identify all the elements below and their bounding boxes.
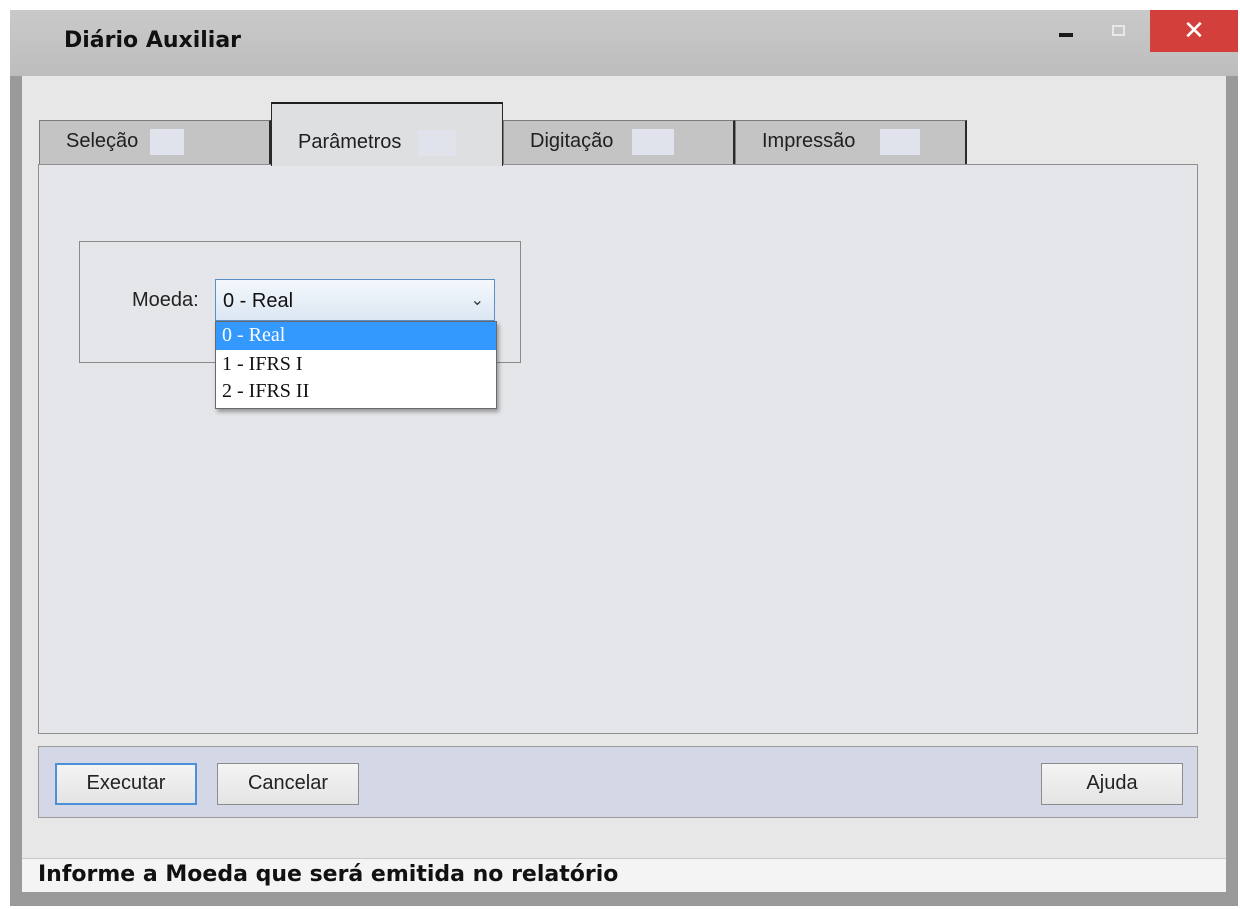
window-title: Diário Auxiliar bbox=[64, 28, 242, 53]
chevron-down-icon: ⌄ bbox=[470, 290, 484, 309]
minimize-icon bbox=[1059, 33, 1073, 37]
executar-button[interactable]: Executar bbox=[55, 763, 197, 805]
tab-digitacao[interactable]: Digitação bbox=[503, 120, 735, 164]
title-bar[interactable]: Diário Auxiliar ✕ bbox=[10, 10, 1238, 76]
parametros-panel: Moeda: 0 - Real ⌄ 0 - Real 1 - IFRS I 2 … bbox=[38, 164, 1198, 734]
tab-label: Seleção bbox=[66, 130, 139, 152]
status-message: Informe a Moeda que será emitida no rela… bbox=[38, 862, 619, 887]
dialog-window: Diário Auxiliar ✕ Seleção Parâmetros Dig… bbox=[10, 10, 1238, 906]
moeda-select[interactable]: 0 - Real ⌄ bbox=[215, 279, 495, 321]
tab-label: Digitação bbox=[530, 130, 614, 152]
moeda-label: Moeda: bbox=[132, 289, 199, 311]
moeda-option-real[interactable]: 0 - Real bbox=[216, 322, 496, 350]
moeda-selected-value: 0 - Real bbox=[223, 290, 294, 312]
status-bar: Informe a Moeda que será emitida no rela… bbox=[22, 858, 1226, 892]
cancelar-button[interactable]: Cancelar bbox=[217, 763, 359, 805]
maximize-button[interactable] bbox=[1098, 10, 1138, 50]
maximize-icon bbox=[1111, 24, 1125, 36]
moeda-option-ifrs-ii[interactable]: 2 - IFRS II bbox=[216, 378, 496, 406]
close-icon: ✕ bbox=[1183, 16, 1205, 46]
tab-impressao[interactable]: Impressão bbox=[735, 120, 967, 164]
tab-label: Parâmetros bbox=[298, 131, 402, 153]
close-button[interactable]: ✕ bbox=[1150, 10, 1238, 52]
moeda-option-ifrs-i[interactable]: 1 - IFRS I bbox=[216, 351, 496, 379]
ajuda-button[interactable]: Ajuda bbox=[1041, 763, 1183, 805]
tab-placeholder bbox=[418, 130, 456, 156]
tab-selecao[interactable]: Seleção bbox=[39, 120, 271, 164]
minimize-button[interactable] bbox=[1046, 10, 1086, 50]
tab-label: Impressão bbox=[762, 130, 856, 152]
moeda-dropdown-list: 0 - Real 1 - IFRS I 2 - IFRS II bbox=[215, 321, 497, 409]
dialog-client-area: Seleção Parâmetros Digitação Impressão M… bbox=[22, 76, 1226, 892]
tab-strip: Seleção Parâmetros Digitação Impressão bbox=[39, 102, 979, 166]
tab-placeholder bbox=[880, 129, 920, 155]
button-bar: Executar Cancelar Ajuda bbox=[38, 746, 1198, 818]
tab-placeholder bbox=[632, 129, 674, 155]
tab-placeholder bbox=[150, 129, 184, 155]
tab-parametros[interactable]: Parâmetros bbox=[271, 102, 503, 166]
